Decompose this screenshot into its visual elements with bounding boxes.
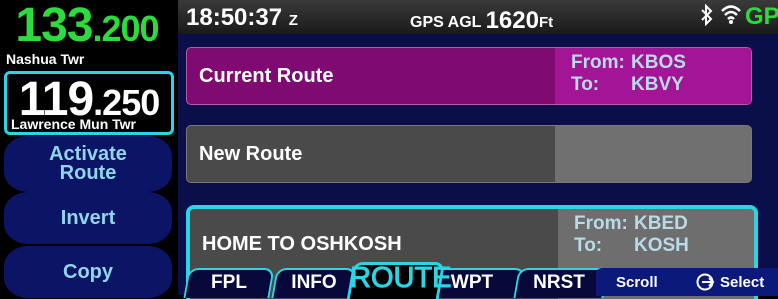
- status-bar: 18:50:37 Z GPS AGL 1620Ft GPS: [178, 0, 778, 34]
- scroll-label: Scroll: [616, 274, 658, 291]
- route-endpoints: [555, 126, 751, 182]
- clock-time: 18:50:37: [186, 4, 283, 31]
- route-row-new[interactable]: New Route: [186, 125, 752, 183]
- knob-icon: [696, 273, 716, 291]
- from-airport: KBED: [634, 213, 688, 234]
- agl-value: 1620: [485, 7, 539, 34]
- copy-label: Copy: [63, 260, 113, 283]
- route-name: New Route: [199, 143, 303, 165]
- tab-route[interactable]: ROUTE: [350, 262, 453, 295]
- activate-route-button[interactable]: Activate Route: [4, 136, 172, 192]
- route-name: HOME TO OSHKOSH: [202, 233, 402, 255]
- standby-frequency[interactable]: 119.250 Lawrence Mun Twr: [4, 71, 174, 135]
- gps-status: GPS: [745, 3, 778, 30]
- tab-info[interactable]: INFO: [276, 272, 352, 294]
- tab-nrst[interactable]: NRST: [516, 272, 602, 294]
- to-label: To:: [571, 74, 600, 95]
- scroll-select-hint: Scroll Select: [596, 268, 778, 296]
- route-name: Current Route: [199, 65, 334, 87]
- route-row-current[interactable]: Current Route From: KBOS To: KBVY: [186, 47, 752, 105]
- invert-button[interactable]: Invert: [4, 192, 172, 244]
- active-frequency[interactable]: 133.200 Nashua Twr: [2, 0, 172, 67]
- agl-label: GPS AGL: [410, 14, 482, 31]
- copy-button[interactable]: Copy: [4, 246, 172, 298]
- invert-label: Invert: [60, 206, 116, 229]
- route-endpoints: From: KBOS To: KBVY: [555, 48, 751, 104]
- select-label: Select: [720, 274, 765, 291]
- agl-unit: Ft: [538, 14, 554, 31]
- active-frequency-main: 133: [15, 0, 93, 52]
- to-label: To:: [574, 235, 603, 256]
- clock: 18:50:37 Z: [186, 4, 298, 32]
- gps-agl: GPS AGL 1620Ft: [410, 6, 553, 34]
- standby-station-name: Lawrence Mun Twr: [11, 116, 136, 132]
- to-airport: KOSH: [634, 235, 689, 256]
- activate-route-label-2: Route: [59, 162, 117, 184]
- wifi-icon: [720, 2, 742, 26]
- from-airport: KBOS: [631, 52, 686, 73]
- to-airport: KBVY: [631, 74, 684, 95]
- bluetooth-icon: [700, 3, 714, 32]
- page-tabs: FPL INFO WPT NRST ROUTE Scroll Select: [178, 262, 778, 299]
- active-station-name: Nashua Twr: [6, 51, 85, 67]
- from-label: From:: [571, 52, 625, 73]
- left-panel: 133.200 Nashua Twr 119.250 Lawrence Mun …: [0, 0, 178, 298]
- active-frequency-decimal: .200: [92, 8, 160, 49]
- route-list: Current Route From: KBOS To: KBVY New Rout…: [178, 34, 778, 299]
- tab-fpl[interactable]: FPL: [188, 272, 270, 294]
- clock-zone: Z: [288, 12, 298, 29]
- from-label: From:: [574, 213, 628, 234]
